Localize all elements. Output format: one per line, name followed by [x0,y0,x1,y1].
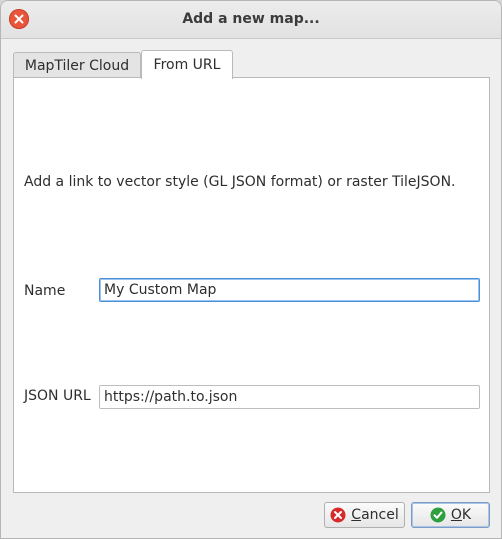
window-title: Add a new map... [182,11,320,27]
ok-button[interactable]: OK [411,502,490,528]
tab-from-url[interactable]: From URL [141,50,233,79]
title-bar: Add a new map... [1,1,501,39]
cancel-icon [330,507,346,523]
description-text: Add a link to vector style (GL JSON form… [24,174,456,190]
json-url-input[interactable] [99,385,480,409]
cancel-button[interactable]: Cancel [324,502,405,528]
tab-maptiler-cloud[interactable]: MapTiler Cloud [13,52,141,78]
tab-panel-from-url: Add a link to vector style (GL JSON form… [13,77,490,493]
cancel-label: Cancel [351,507,399,523]
name-label: Name [24,283,66,299]
name-input[interactable] [99,278,480,302]
ok-label: OK [450,507,472,523]
check-icon [430,507,446,523]
dialog-window: Add a new map... MapTiler Cloud From URL… [0,0,502,539]
json-url-label: JSON URL [24,388,91,404]
